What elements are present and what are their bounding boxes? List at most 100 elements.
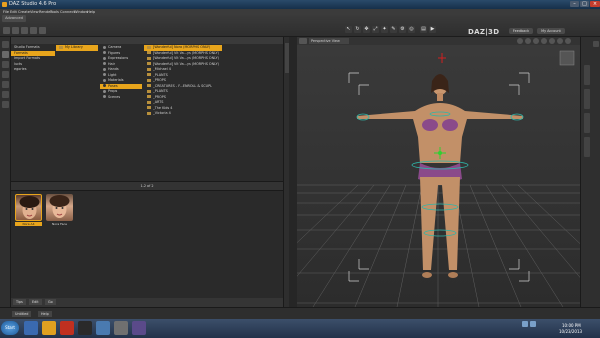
category-icon [103, 89, 106, 93]
aim-icon[interactable] [557, 38, 563, 44]
minimize-button[interactable]: – [570, 1, 579, 7]
undo-icon[interactable] [30, 27, 37, 34]
scale-tool-icon[interactable]: ⤢ [372, 26, 379, 33]
camera-select[interactable]: Perspective View [309, 38, 349, 44]
save-icon[interactable] [21, 27, 28, 34]
folder-icon [147, 51, 151, 54]
category-icon [103, 45, 106, 49]
feedback-button[interactable]: Feedback [509, 28, 533, 34]
close-button[interactable]: × [590, 1, 600, 7]
app-icon [2, 2, 7, 7]
shaping-side-tab[interactable] [584, 137, 590, 157]
folder-icon [147, 106, 151, 109]
category-icon [103, 78, 106, 82]
firefox-taskbar-icon[interactable] [60, 321, 74, 335]
pointer-tool-icon[interactable]: ↖ [345, 26, 352, 33]
tab-go[interactable]: Go [45, 299, 56, 305]
thumbnail-caption: Nora A4 [15, 222, 42, 226]
node-weight-tool-icon[interactable]: ✎ [390, 26, 397, 33]
scene-tab-icon[interactable] [2, 41, 9, 48]
clock-time[interactable]: 10:00 PM [562, 323, 581, 328]
thumbnail-nora-face[interactable] [46, 194, 73, 221]
tray-icon[interactable] [522, 321, 528, 327]
tab-advanced[interactable]: Advanced [2, 15, 26, 22]
new-scene-icon[interactable] [3, 27, 10, 34]
viewport-scene [228, 50, 600, 308]
folder-icon [147, 62, 151, 65]
aux-viewport-tab[interactable] [285, 43, 289, 73]
cameras-tab-icon[interactable] [2, 101, 9, 108]
content-path-bar [11, 37, 283, 44]
frame-icon[interactable] [549, 38, 555, 44]
tray-icon[interactable] [530, 321, 536, 327]
folder-icon [147, 73, 151, 76]
daz-studio-taskbar-icon[interactable] [132, 321, 146, 335]
3d-viewport[interactable] [228, 45, 600, 308]
list-item-selected[interactable]: My Library [56, 45, 98, 51]
camera-dolly-icon[interactable] [541, 38, 547, 44]
toolbar: Advanced ↖ ↻ ✥ ⤢ ✦ ✎ ⚙ ◎ ▤ ▶ DAZ|3D Feed… [0, 15, 600, 37]
explorer-taskbar-icon[interactable] [42, 321, 56, 335]
category-icon [103, 67, 106, 71]
spot-render-icon[interactable]: ◎ [408, 26, 415, 33]
category-icon [103, 84, 106, 87]
tab-edit[interactable]: Edit [29, 299, 42, 305]
list-item[interactable]: egories [11, 67, 55, 73]
folder-icon [147, 89, 151, 93]
translate-tool-icon[interactable]: ✥ [363, 26, 370, 33]
media-taskbar-icon[interactable] [78, 321, 92, 335]
tab-untitled[interactable]: Untitled [12, 311, 32, 317]
maximize-button[interactable]: □ [580, 1, 589, 7]
list-item[interactable]: Scenes [100, 95, 142, 101]
viewport-side-tabs [283, 37, 289, 307]
rotate-tool-icon[interactable]: ↻ [354, 26, 361, 33]
start-button[interactable]: Start [1, 321, 19, 335]
surfaces-tab-icon[interactable] [2, 81, 9, 88]
content-library-tab-icon[interactable] [2, 51, 9, 58]
thumbnail-nora-a4[interactable] [15, 194, 42, 221]
results-count: 1-2 of 2 [140, 184, 154, 188]
camera-orbit-icon[interactable] [517, 38, 523, 44]
category-icon [103, 62, 106, 65]
app-taskbar-icon[interactable] [96, 321, 110, 335]
render-icon[interactable]: ▶ [429, 26, 436, 33]
category-icon [103, 73, 106, 76]
human-figure[interactable] [357, 74, 523, 278]
my-account-button[interactable]: My Account [537, 28, 565, 34]
joint-editor-icon[interactable]: ⚙ [399, 26, 406, 33]
scene-origin-marker [438, 53, 446, 63]
thumbnail-caption: Nora Face [52, 222, 67, 226]
face-thumbnail-image [49, 195, 70, 218]
surfaces-side-tab[interactable] [584, 89, 590, 109]
tab-tips[interactable]: Tips [13, 299, 26, 305]
posing-side-tab[interactable] [584, 113, 590, 133]
parameters-side-tab[interactable] [584, 65, 590, 85]
universal-tool-icon[interactable]: ✦ [381, 26, 388, 33]
render-settings-icon[interactable]: ▤ [420, 26, 427, 33]
view-cube[interactable] [559, 50, 575, 66]
tab-help[interactable]: Help [38, 311, 52, 317]
parameters-tab-icon[interactable] [2, 71, 9, 78]
open-icon[interactable] [12, 27, 19, 34]
folder-icon [147, 45, 151, 49]
daz-taskbar-icon[interactable] [114, 321, 128, 335]
status-bar: Untitled Help [0, 307, 600, 319]
folder-icon [147, 95, 151, 98]
thumbnail-pane: Nora A4 Nora Face [11, 191, 283, 298]
panel-menu-icon[interactable] [593, 41, 599, 47]
pane-tabs: Tips Edit Go [11, 298, 283, 307]
camera-pan-icon[interactable] [525, 38, 531, 44]
redo-icon[interactable] [39, 27, 46, 34]
lights-tab-icon[interactable] [2, 91, 9, 98]
title-bar: DAZ Studio 4.6 Pro – □ × [0, 0, 600, 9]
clock-date[interactable]: 10/23/2013 [559, 329, 582, 334]
draw-style-icon[interactable] [565, 38, 571, 44]
folder-icon [147, 78, 151, 82]
smart-content-tab-icon[interactable] [2, 61, 9, 68]
list-item[interactable]: _Victoria 4 [144, 111, 222, 117]
camera-zoom-icon[interactable] [533, 38, 539, 44]
viewport-menu-icon[interactable] [299, 38, 307, 44]
results-divider[interactable]: 1-2 of 2 [11, 181, 283, 191]
left-panel-tabs [0, 37, 11, 307]
ie-taskbar-icon[interactable] [24, 321, 38, 335]
